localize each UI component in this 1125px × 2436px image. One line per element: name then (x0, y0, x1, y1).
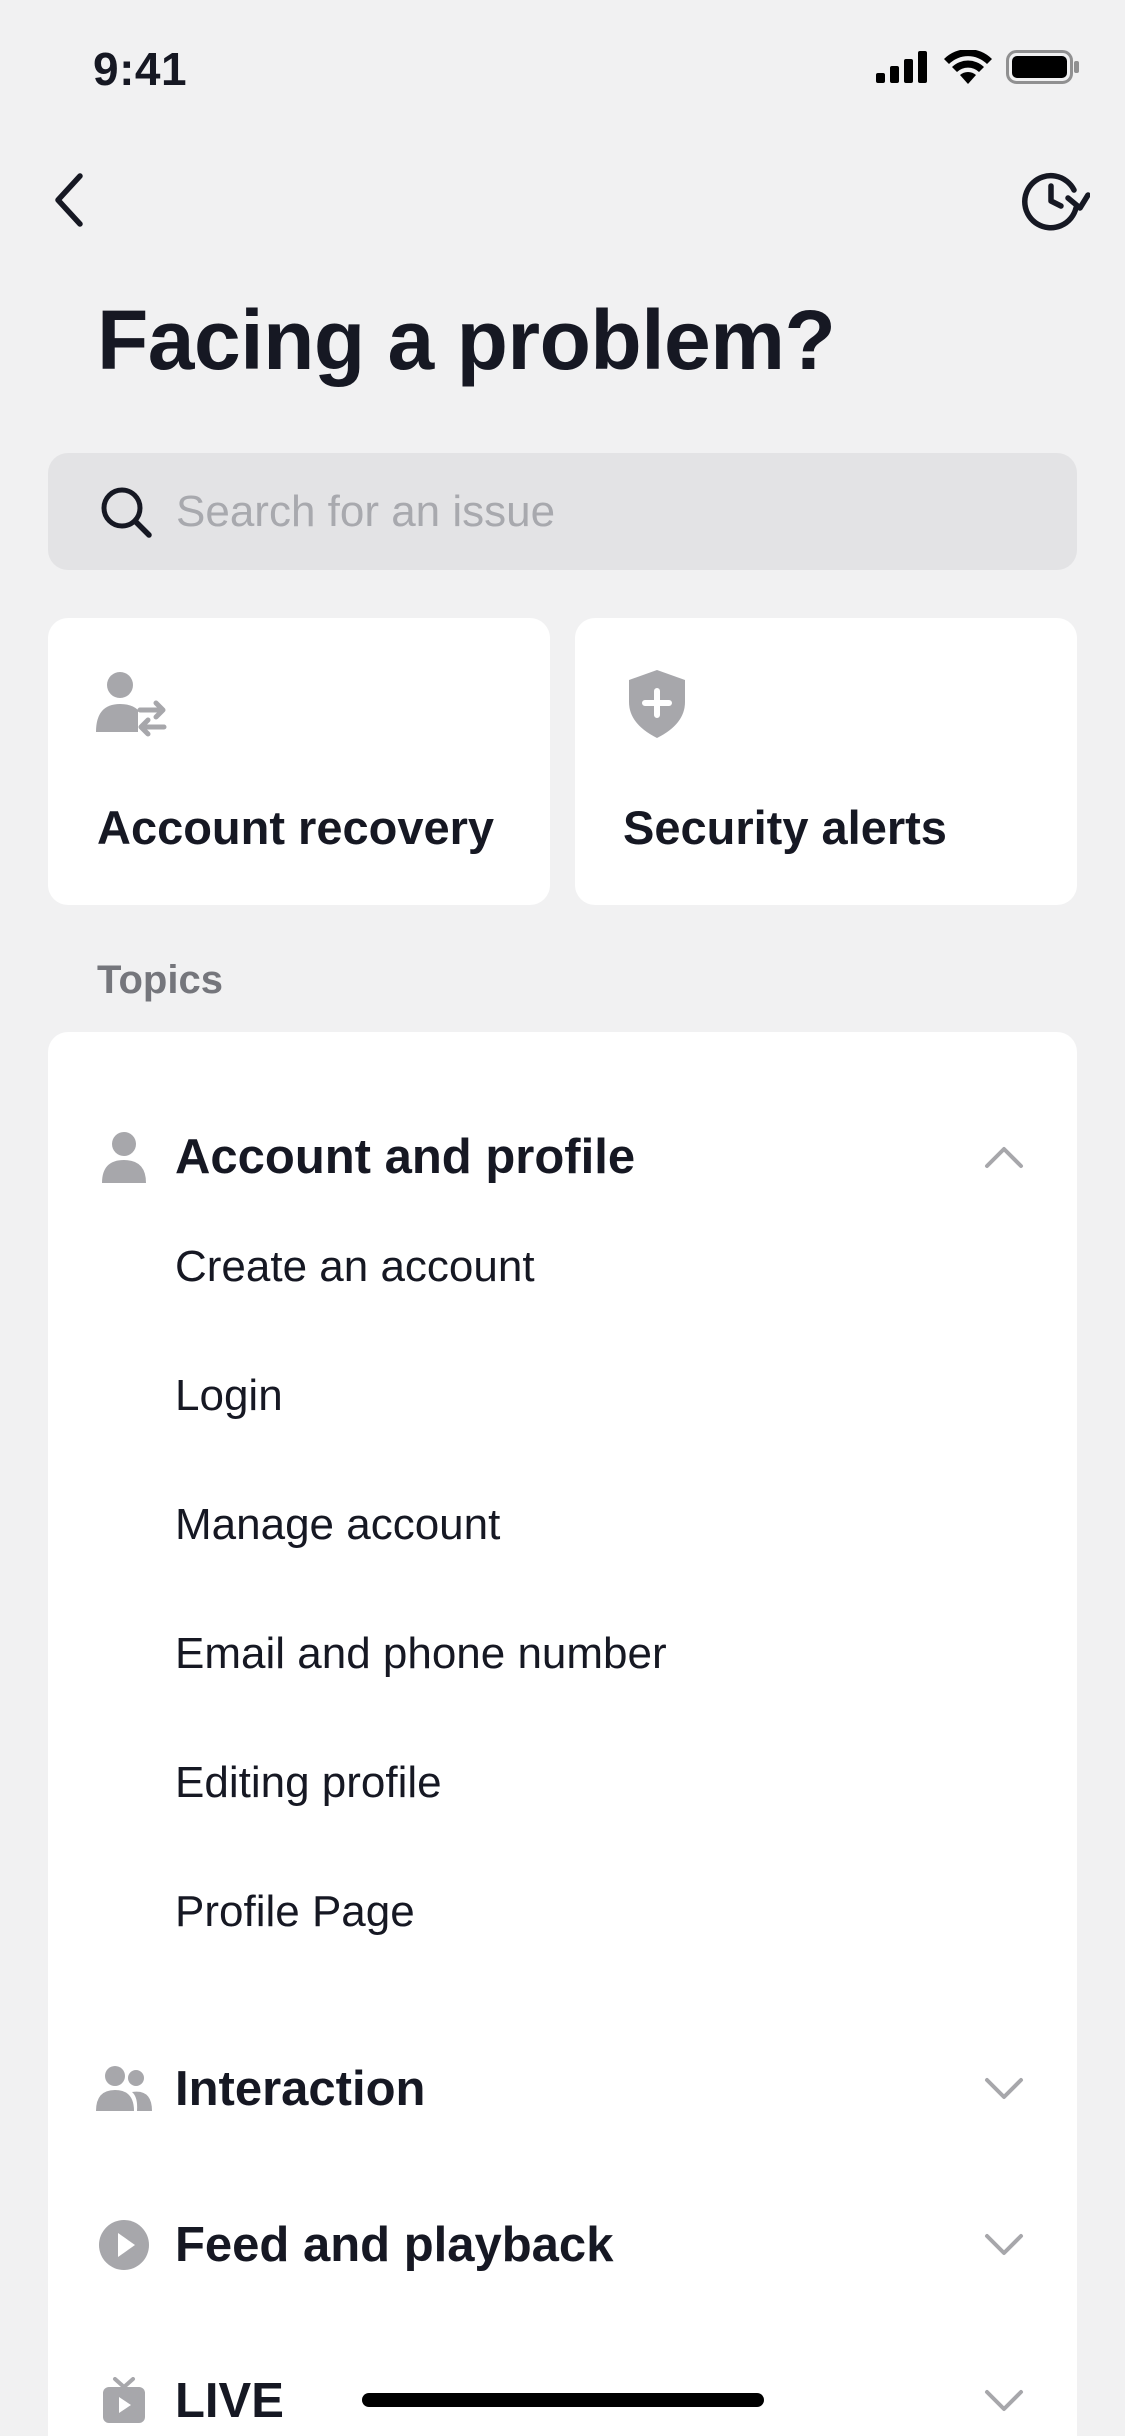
topics-list: Account and profile Create an account Lo… (48, 1032, 1077, 2436)
live-tv-icon (96, 2373, 152, 2429)
search-bar[interactable] (48, 453, 1077, 570)
account-recovery-label: Account recovery (97, 801, 495, 854)
history-button[interactable] (1010, 160, 1100, 240)
status-icons (876, 50, 1080, 84)
search-icon (98, 484, 154, 540)
topics-heading: Topics (97, 958, 223, 1002)
security-alerts-label: Security alerts (623, 801, 947, 854)
wifi-icon (944, 50, 992, 84)
shield-plus-icon (627, 668, 699, 740)
topic-interaction[interactable]: Interaction (48, 2024, 1077, 2154)
topic-feed-and-playback[interactable]: Feed and playback (48, 2180, 1077, 2310)
topic-label: Feed and playback (175, 2218, 614, 2272)
topic-item-email-phone[interactable]: Email and phone number (175, 1629, 667, 1679)
back-icon (55, 173, 83, 227)
security-alerts-card[interactable]: Security alerts (575, 618, 1077, 905)
topic-live[interactable]: LIVE (48, 2336, 1077, 2436)
help-center-screen: 9:41 Facing a problem? Search for an iss… (0, 0, 1125, 2436)
search-input[interactable] (176, 486, 1026, 537)
topic-item-manage-account[interactable]: Manage account (175, 1500, 500, 1550)
people-icon (96, 2061, 152, 2117)
person-icon (96, 1129, 152, 1185)
chevron-down-icon (979, 2376, 1029, 2426)
account-recovery-card[interactable]: Account recovery (48, 618, 550, 905)
topic-item-login[interactable]: Login (175, 1371, 283, 1421)
back-button[interactable] (30, 160, 110, 240)
chevron-down-icon (979, 2220, 1029, 2270)
account-switch-icon (96, 668, 168, 740)
topic-item-create-account[interactable]: Create an account (175, 1242, 535, 1292)
chevron-down-icon (979, 2064, 1029, 2114)
topic-label: Interaction (175, 2062, 426, 2116)
topic-item-profile-page[interactable]: Profile Page (175, 1887, 415, 1937)
topic-item-editing-profile[interactable]: Editing profile (175, 1758, 442, 1808)
page-title: Facing a problem? (97, 293, 836, 387)
history-icon (1022, 172, 1090, 231)
topic-label: LIVE (175, 2374, 284, 2428)
cellular-signal-icon (876, 51, 927, 83)
battery-icon (1006, 50, 1079, 84)
status-bar: 9:41 (0, 0, 1125, 140)
topic-account-and-profile[interactable]: Account and profile (48, 1092, 1077, 1222)
chevron-up-icon (979, 1132, 1029, 1182)
home-indicator[interactable] (362, 2393, 764, 2407)
play-circle-icon (96, 2217, 152, 2273)
status-time: 9:41 (93, 43, 188, 95)
topic-label: Account and profile (175, 1130, 636, 1184)
